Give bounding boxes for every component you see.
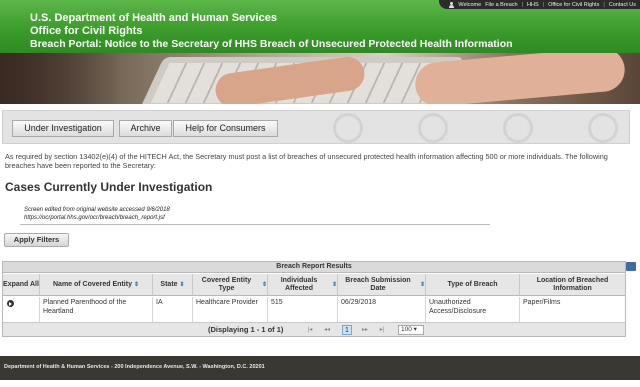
- hand-graphic: [413, 53, 627, 104]
- cell-submission-date: 06/29/2018: [338, 297, 426, 322]
- column-header-label: Type of Breach: [447, 280, 498, 288]
- first-page-button[interactable]: |◂: [305, 326, 315, 334]
- column-header-name[interactable]: Name of Covered Entity ⇕: [40, 274, 153, 296]
- next-page-button[interactable]: ▸▸: [359, 326, 371, 334]
- column-header-entity-type[interactable]: Covered Entity Type ⇕: [193, 274, 268, 296]
- person-icon: [449, 1, 455, 8]
- edit-note: Screen edited from original website acce…: [24, 206, 170, 222]
- last-page-button[interactable]: ▸|: [377, 326, 387, 334]
- nav-separator: |: [521, 1, 524, 8]
- footer-text: Department of Health & Human Services - …: [4, 364, 265, 370]
- contact-link[interactable]: Contact Us: [609, 2, 636, 8]
- sort-icon: ⇕: [419, 281, 425, 288]
- cell-state: IA: [153, 297, 193, 322]
- sort-icon: ⇕: [179, 281, 185, 288]
- column-header-label: Name of Covered Entity: [53, 280, 132, 288]
- top-nav: Welcome File a Breach | HHS | Office for…: [439, 0, 640, 9]
- page-title: Cases Currently Under Investigation: [5, 180, 213, 194]
- column-header-label: State: [160, 280, 178, 288]
- tab-under-investigation[interactable]: Under Investigation: [12, 120, 114, 137]
- apply-filters-button[interactable]: Apply Filters: [4, 233, 69, 247]
- agency-name: U.S. Department of Health and Human Serv…: [30, 12, 277, 24]
- cell-entity-type: Healthcare Provider: [193, 297, 268, 322]
- cell-expand: [3, 297, 40, 322]
- column-header-label: Location of Breached Information: [536, 276, 609, 292]
- column-header-expand-all[interactable]: Expand All: [3, 274, 40, 296]
- cell-entity-name: Planned Parenthood of the Heartland: [40, 297, 153, 322]
- intro-text: As required by section 13402(e)(4) of th…: [5, 152, 608, 170]
- breach-report-table: Breach Report Results Expand All Name of…: [2, 261, 626, 337]
- column-header-individuals[interactable]: Individuals Affected ⇕: [268, 274, 338, 296]
- tab-archive[interactable]: Archive: [119, 120, 172, 137]
- edit-note-url: https://ocrportal.hhs.gov/ocr/breach/bre…: [24, 215, 165, 221]
- divider: [20, 224, 490, 225]
- hhs-link[interactable]: HHS: [527, 2, 539, 8]
- office-name: Office for Civil Rights: [30, 25, 143, 37]
- tab-help-for-consumers[interactable]: Help for Consumers: [173, 120, 278, 137]
- portal-title: Breach Portal: Notice to the Secretary o…: [30, 38, 513, 50]
- decorative-circle: [588, 113, 618, 143]
- decorative-circle: [333, 113, 363, 143]
- column-header-location[interactable]: Location of Breached Information: [520, 274, 625, 296]
- csv-icon[interactable]: [626, 262, 636, 271]
- tab-bar: Under Investigation Archive Help for Con…: [2, 110, 630, 144]
- sort-icon: ⇕: [133, 281, 139, 288]
- banner-shadow: [0, 53, 120, 104]
- site-header: U.S. Department of Health and Human Serv…: [0, 0, 640, 53]
- file-breach-link[interactable]: File a Breach: [485, 2, 517, 8]
- sort-icon: ⇕: [261, 281, 267, 288]
- current-page-button[interactable]: 1: [342, 325, 352, 335]
- nav-separator: |: [603, 1, 605, 8]
- decorative-circle: [418, 113, 448, 143]
- welcome-label: Welcome: [458, 1, 482, 8]
- cell-individuals: 515: [268, 297, 338, 322]
- column-header-state[interactable]: State ⇕: [153, 274, 193, 296]
- column-header-label: Covered Entity Type: [201, 276, 252, 292]
- nav-separator: |: [542, 1, 545, 8]
- edit-note-line: Screen edited from original website acce…: [24, 207, 170, 213]
- page-size-select[interactable]: 100 ▾: [398, 325, 424, 335]
- cell-breach-type: Unauthorized Access/Disclosure: [426, 297, 520, 322]
- banner-image: [0, 53, 640, 104]
- sort-icon: ⇕: [331, 281, 337, 288]
- column-header-label: Expand All: [3, 280, 39, 288]
- column-header-label: Breach Submission Date: [345, 276, 411, 292]
- site-footer: Department of Health & Human Services - …: [0, 356, 640, 380]
- column-header-submission-date[interactable]: Breach Submission Date ⇕: [338, 274, 426, 296]
- prev-page-button[interactable]: ◂◂: [321, 326, 333, 334]
- decorative-circle: [503, 113, 533, 143]
- cell-location: Paper/Films: [523, 299, 561, 306]
- pagination-bar: (Displaying 1 - 1 of 1) |◂ ◂◂ 1 ▸▸ ▸| 10…: [3, 322, 625, 336]
- pagination-summary: (Displaying 1 - 1 of 1): [208, 325, 284, 334]
- column-header-breach-type[interactable]: Type of Breach: [426, 274, 520, 296]
- table-caption: Breach Report Results: [3, 262, 625, 273]
- ocr-link[interactable]: Office for Civil Rights: [548, 2, 599, 8]
- column-header-label: Individuals Affected: [280, 276, 318, 292]
